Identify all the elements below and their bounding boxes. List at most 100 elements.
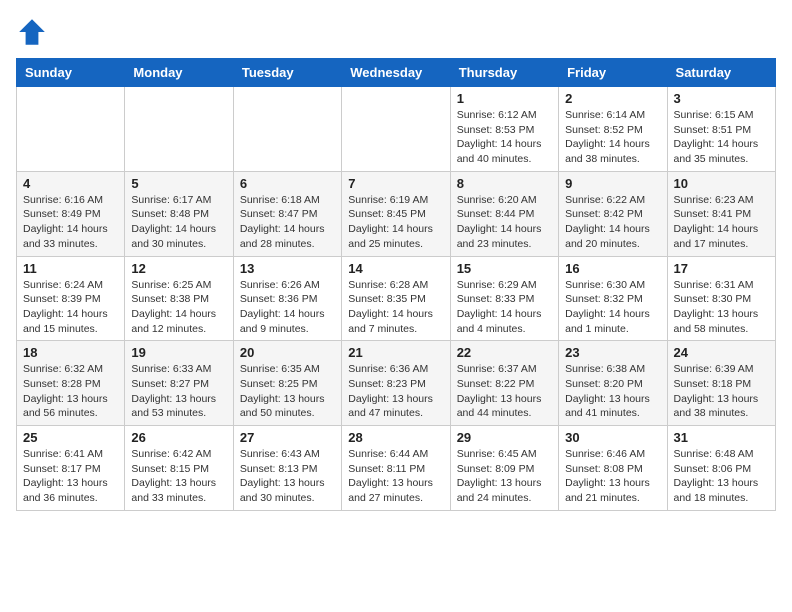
day-cell: 4Sunrise: 6:16 AM Sunset: 8:49 PM Daylig… — [17, 171, 125, 256]
day-number: 21 — [348, 345, 443, 360]
day-cell: 16 Sunrise: 6:30 AM Sunset: 8:32 PM Dayli… — [559, 256, 667, 341]
day-detail: Sunrise: 6:43 AM Sunset: 8:13 PM Dayligh… — [240, 447, 335, 506]
day-detail: Sunrise: 6:31 AM Sunset: 8:30 PM Dayligh… — [674, 278, 769, 337]
day-cell — [233, 87, 341, 172]
day-detail: Sunrise: 6:14 AM Sunset: 8:52 PM Dayligh… — [565, 108, 660, 167]
day-cell: 19 Sunrise: 6:33 AM Sunset: 8:27 PM Dayli… — [125, 341, 233, 426]
day-cell: 15 Sunrise: 6:29 AM Sunset: 8:33 PM Dayli… — [450, 256, 558, 341]
weekday-header-monday: Monday — [125, 59, 233, 87]
day-detail: Sunrise: 6:32 AM Sunset: 8:28 PM Dayligh… — [23, 362, 118, 421]
day-cell: 20 Sunrise: 6:35 AM Sunset: 8:25 PM Dayli… — [233, 341, 341, 426]
day-cell: 14 Sunrise: 6:28 AM Sunset: 8:35 PM Dayli… — [342, 256, 450, 341]
day-cell: 10 Sunrise: 6:23 AM Sunset: 8:41 PM Dayli… — [667, 171, 775, 256]
day-number: 30 — [565, 430, 660, 445]
day-number: 11 — [23, 261, 118, 276]
day-cell: 25 Sunrise: 6:41 AM Sunset: 8:17 PM Dayli… — [17, 426, 125, 511]
day-detail: Sunrise: 6:42 AM Sunset: 8:15 PM Dayligh… — [131, 447, 226, 506]
day-number: 12 — [131, 261, 226, 276]
day-cell: 8 Sunrise: 6:20 AM Sunset: 8:44 PM Daylig… — [450, 171, 558, 256]
day-number: 19 — [131, 345, 226, 360]
week-row-5: 25 Sunrise: 6:41 AM Sunset: 8:17 PM Dayli… — [17, 426, 776, 511]
day-cell: 3 Sunrise: 6:15 AM Sunset: 8:51 PM Daylig… — [667, 87, 775, 172]
day-cell — [342, 87, 450, 172]
day-number: 29 — [457, 430, 552, 445]
day-number: 13 — [240, 261, 335, 276]
weekday-header-row: SundayMondayTuesdayWednesdayThursdayFrid… — [17, 59, 776, 87]
day-cell: 5 Sunrise: 6:17 AM Sunset: 8:48 PM Daylig… — [125, 171, 233, 256]
day-number: 5 — [131, 176, 226, 191]
day-detail: Sunrise: 6:16 AM Sunset: 8:49 PM Dayligh… — [23, 193, 118, 252]
day-detail: Sunrise: 6:23 AM Sunset: 8:41 PM Dayligh… — [674, 193, 769, 252]
day-number: 1 — [457, 91, 552, 106]
weekday-header-thursday: Thursday — [450, 59, 558, 87]
day-detail: Sunrise: 6:29 AM Sunset: 8:33 PM Dayligh… — [457, 278, 552, 337]
day-cell: 29 Sunrise: 6:45 AM Sunset: 8:09 PM Dayli… — [450, 426, 558, 511]
day-cell: 7Sunrise: 6:19 AM Sunset: 8:45 PM Daylig… — [342, 171, 450, 256]
day-detail: Sunrise: 6:24 AM Sunset: 8:39 PM Dayligh… — [23, 278, 118, 337]
day-number: 28 — [348, 430, 443, 445]
day-cell: 12 Sunrise: 6:25 AM Sunset: 8:38 PM Dayli… — [125, 256, 233, 341]
day-number: 25 — [23, 430, 118, 445]
day-detail: Sunrise: 6:36 AM Sunset: 8:23 PM Dayligh… — [348, 362, 443, 421]
day-number: 14 — [348, 261, 443, 276]
day-number: 16 — [565, 261, 660, 276]
day-cell: 11 Sunrise: 6:24 AM Sunset: 8:39 PM Dayli… — [17, 256, 125, 341]
day-number: 7 — [348, 176, 443, 191]
day-number: 2 — [565, 91, 660, 106]
day-cell: 30 Sunrise: 6:46 AM Sunset: 8:08 PM Dayli… — [559, 426, 667, 511]
day-number: 8 — [457, 176, 552, 191]
day-detail: Sunrise: 6:46 AM Sunset: 8:08 PM Dayligh… — [565, 447, 660, 506]
weekday-header-wednesday: Wednesday — [342, 59, 450, 87]
day-cell: 24 Sunrise: 6:39 AM Sunset: 8:18 PM Dayli… — [667, 341, 775, 426]
weekday-header-tuesday: Tuesday — [233, 59, 341, 87]
calendar-table: SundayMondayTuesdayWednesdayThursdayFrid… — [16, 58, 776, 511]
day-number: 10 — [674, 176, 769, 191]
day-detail: Sunrise: 6:35 AM Sunset: 8:25 PM Dayligh… — [240, 362, 335, 421]
day-number: 27 — [240, 430, 335, 445]
weekday-header-saturday: Saturday — [667, 59, 775, 87]
day-cell: 31Sunrise: 6:48 AM Sunset: 8:06 PM Dayli… — [667, 426, 775, 511]
day-cell: 26 Sunrise: 6:42 AM Sunset: 8:15 PM Dayli… — [125, 426, 233, 511]
day-number: 23 — [565, 345, 660, 360]
day-number: 24 — [674, 345, 769, 360]
day-number: 31 — [674, 430, 769, 445]
day-cell — [125, 87, 233, 172]
day-number: 17 — [674, 261, 769, 276]
logo-icon — [16, 16, 48, 48]
day-detail: Sunrise: 6:28 AM Sunset: 8:35 PM Dayligh… — [348, 278, 443, 337]
day-number: 9 — [565, 176, 660, 191]
day-cell — [17, 87, 125, 172]
day-number: 6 — [240, 176, 335, 191]
day-cell: 28 Sunrise: 6:44 AM Sunset: 8:11 PM Dayli… — [342, 426, 450, 511]
day-cell: 18Sunrise: 6:32 AM Sunset: 8:28 PM Dayli… — [17, 341, 125, 426]
day-cell: 1Sunrise: 6:12 AM Sunset: 8:53 PM Daylig… — [450, 87, 558, 172]
day-number: 15 — [457, 261, 552, 276]
logo — [16, 16, 52, 48]
day-detail: Sunrise: 6:41 AM Sunset: 8:17 PM Dayligh… — [23, 447, 118, 506]
day-detail: Sunrise: 6:39 AM Sunset: 8:18 PM Dayligh… — [674, 362, 769, 421]
day-number: 20 — [240, 345, 335, 360]
day-detail: Sunrise: 6:20 AM Sunset: 8:44 PM Dayligh… — [457, 193, 552, 252]
day-detail: Sunrise: 6:22 AM Sunset: 8:42 PM Dayligh… — [565, 193, 660, 252]
day-detail: Sunrise: 6:25 AM Sunset: 8:38 PM Dayligh… — [131, 278, 226, 337]
day-number: 26 — [131, 430, 226, 445]
day-detail: Sunrise: 6:17 AM Sunset: 8:48 PM Dayligh… — [131, 193, 226, 252]
week-row-4: 18Sunrise: 6:32 AM Sunset: 8:28 PM Dayli… — [17, 341, 776, 426]
day-cell: 22 Sunrise: 6:37 AM Sunset: 8:22 PM Dayli… — [450, 341, 558, 426]
day-cell: 9 Sunrise: 6:22 AM Sunset: 8:42 PM Daylig… — [559, 171, 667, 256]
day-cell: 17 Sunrise: 6:31 AM Sunset: 8:30 PM Dayli… — [667, 256, 775, 341]
day-cell: 23Sunrise: 6:38 AM Sunset: 8:20 PM Dayli… — [559, 341, 667, 426]
day-detail: Sunrise: 6:45 AM Sunset: 8:09 PM Dayligh… — [457, 447, 552, 506]
header — [16, 16, 776, 48]
day-detail: Sunrise: 6:33 AM Sunset: 8:27 PM Dayligh… — [131, 362, 226, 421]
day-detail: Sunrise: 6:15 AM Sunset: 8:51 PM Dayligh… — [674, 108, 769, 167]
weekday-header-friday: Friday — [559, 59, 667, 87]
day-detail: Sunrise: 6:44 AM Sunset: 8:11 PM Dayligh… — [348, 447, 443, 506]
day-detail: Sunrise: 6:30 AM Sunset: 8:32 PM Dayligh… — [565, 278, 660, 337]
day-detail: Sunrise: 6:37 AM Sunset: 8:22 PM Dayligh… — [457, 362, 552, 421]
day-number: 22 — [457, 345, 552, 360]
day-number: 3 — [674, 91, 769, 106]
day-cell: 27 Sunrise: 6:43 AM Sunset: 8:13 PM Dayli… — [233, 426, 341, 511]
day-cell: 6Sunrise: 6:18 AM Sunset: 8:47 PM Daylig… — [233, 171, 341, 256]
day-cell: 13Sunrise: 6:26 AM Sunset: 8:36 PM Dayli… — [233, 256, 341, 341]
